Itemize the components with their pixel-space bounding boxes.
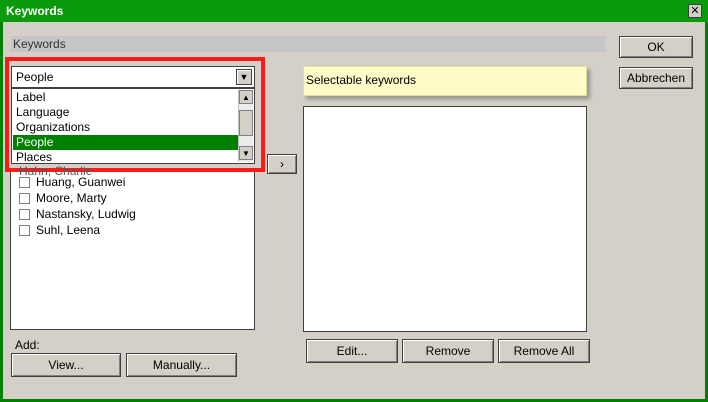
list-item[interactable]: Moore, Marty bbox=[19, 190, 107, 206]
close-button[interactable]: ✕ bbox=[688, 4, 702, 18]
checkbox[interactable] bbox=[19, 192, 30, 204]
keywords-window: Keywords ✕ Keywords OK Abbrechen People … bbox=[0, 0, 708, 402]
cancel-button[interactable]: Abbrechen bbox=[619, 67, 693, 89]
selectable-keywords-label: Selectable keywords bbox=[306, 73, 417, 87]
dialog-content: Keywords OK Abbrechen People ▼ Label Lan… bbox=[3, 22, 705, 399]
section-header: Keywords bbox=[11, 36, 605, 52]
list-item[interactable]: Nastansky, Ludwig bbox=[19, 206, 136, 222]
list-item-label: Nastansky, Ludwig bbox=[36, 207, 136, 221]
highlight-annotation bbox=[5, 57, 265, 172]
add-to-selection-button[interactable]: › bbox=[267, 154, 297, 174]
list-item-label: Suhl, Leena bbox=[36, 223, 101, 237]
remove-all-button[interactable]: Remove All bbox=[498, 339, 590, 363]
list-item-label: Moore, Marty bbox=[36, 191, 107, 205]
title-bar[interactable]: Keywords ✕ bbox=[0, 0, 708, 22]
list-item[interactable]: Huang, Guanwei bbox=[19, 174, 125, 190]
window-title: Keywords bbox=[6, 4, 64, 18]
list-item[interactable]: Suhl, Leena bbox=[19, 222, 100, 238]
selected-keywords-list[interactable] bbox=[303, 106, 587, 332]
view-button[interactable]: View... bbox=[11, 353, 121, 377]
keyword-source-list[interactable]: Hahn, Charlie Huang, Guanwei Moore, Mart… bbox=[10, 164, 255, 330]
list-item-label: Huang, Guanwei bbox=[36, 175, 126, 189]
edit-button[interactable]: Edit... bbox=[306, 339, 398, 363]
checkbox[interactable] bbox=[19, 176, 30, 188]
add-label: Add: bbox=[15, 338, 40, 352]
manually-button[interactable]: Manually... bbox=[126, 353, 237, 377]
checkbox[interactable] bbox=[19, 208, 30, 220]
selectable-keywords-header: Selectable keywords bbox=[303, 66, 587, 96]
ok-button[interactable]: OK bbox=[619, 36, 693, 58]
section-title: Keywords bbox=[13, 37, 66, 51]
checkbox[interactable] bbox=[19, 224, 30, 236]
remove-button[interactable]: Remove bbox=[402, 339, 494, 363]
